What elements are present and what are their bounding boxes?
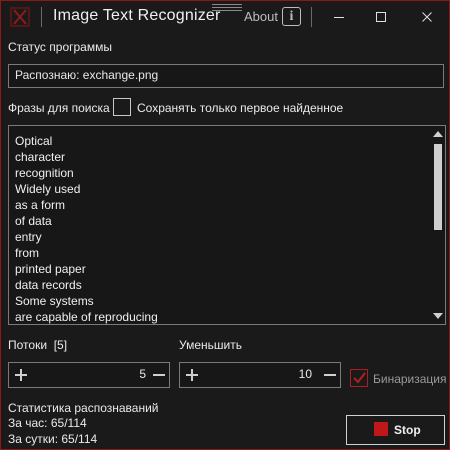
search-phrases-label: Фразы для поиска [8, 101, 110, 115]
first-only-label[interactable]: Сохранять только первое найденное [137, 101, 343, 115]
close-button[interactable] [405, 1, 449, 33]
status-label: Статус программы [8, 40, 112, 54]
app-window: Image Text Recognizer About i Статус про… [0, 0, 450, 450]
shrink-value[interactable]: 10 [240, 367, 312, 381]
close-icon [422, 12, 432, 22]
shrink-label: Уменьшить [179, 338, 242, 352]
search-phrases-textarea[interactable]: Optical character recognition Widely used as… [8, 125, 446, 325]
status-value: Распознаю: exchange.png [15, 68, 159, 82]
scroll-up-icon[interactable] [433, 130, 443, 138]
stop-label: Stop [394, 423, 421, 437]
minus-icon[interactable] [319, 363, 341, 387]
stats-day: За сутки: 65/114 [8, 432, 98, 446]
binarization-checkbox[interactable] [350, 369, 368, 387]
stats-hour: За час: 65/114 [8, 416, 87, 430]
stats-title: Статистика распознаваний [8, 401, 159, 415]
stop-icon [374, 422, 388, 436]
threads-label: Потоки [5] [8, 338, 67, 352]
info-icon[interactable]: i [282, 7, 301, 26]
phrase-line: character [15, 150, 66, 164]
phrase-line: Optical [15, 134, 53, 148]
threads-label-text: Потоки [8, 338, 48, 352]
shrink-stepper[interactable]: 10 [179, 362, 341, 388]
threads-value[interactable]: 5 [69, 367, 146, 381]
minimize-button[interactable] [317, 1, 361, 33]
app-logo-icon [10, 7, 30, 27]
window-title: Image Text Recognizer [53, 7, 221, 24]
status-field: Распознаю: exchange.png [8, 64, 444, 88]
plus-icon[interactable] [10, 363, 32, 387]
phrase-line: data records [15, 278, 82, 292]
title-divider-2 [311, 7, 312, 27]
title-divider [41, 7, 42, 27]
maximize-icon [376, 12, 386, 22]
minus-icon[interactable] [148, 363, 170, 387]
scroll-down-icon[interactable] [433, 312, 443, 320]
stop-button[interactable]: Stop [346, 415, 445, 445]
phrase-line: recognition [15, 166, 74, 180]
phrase-scrollbar[interactable] [431, 126, 445, 324]
check-icon [353, 372, 366, 384]
phrase-line: Widely used [15, 182, 81, 196]
phrase-list: Optical character recognition Widely used as… [15, 133, 158, 324]
about-link[interactable]: About [244, 9, 278, 24]
phrase-line: printed paper [15, 262, 86, 276]
phrase-line: from [15, 246, 39, 260]
plus-icon[interactable] [181, 363, 203, 387]
phrase-line: Some systems [15, 294, 94, 308]
phrase-line: are capable of reproducing [15, 310, 158, 324]
drag-handle-icon[interactable] [212, 4, 242, 11]
binarization-label[interactable]: Бинаризация [373, 372, 447, 386]
threads-count: [5] [53, 338, 68, 352]
maximize-button[interactable] [359, 1, 403, 33]
title-bar[interactable]: Image Text Recognizer About i [1, 1, 449, 33]
phrase-line: as a form [15, 198, 66, 212]
phrase-line: of data [15, 214, 52, 228]
threads-stepper[interactable]: 5 [8, 362, 170, 388]
first-only-checkbox[interactable] [113, 98, 131, 116]
phrase-line: entry [15, 230, 42, 244]
scroll-thumb[interactable] [434, 144, 442, 230]
minimize-icon [334, 17, 344, 18]
